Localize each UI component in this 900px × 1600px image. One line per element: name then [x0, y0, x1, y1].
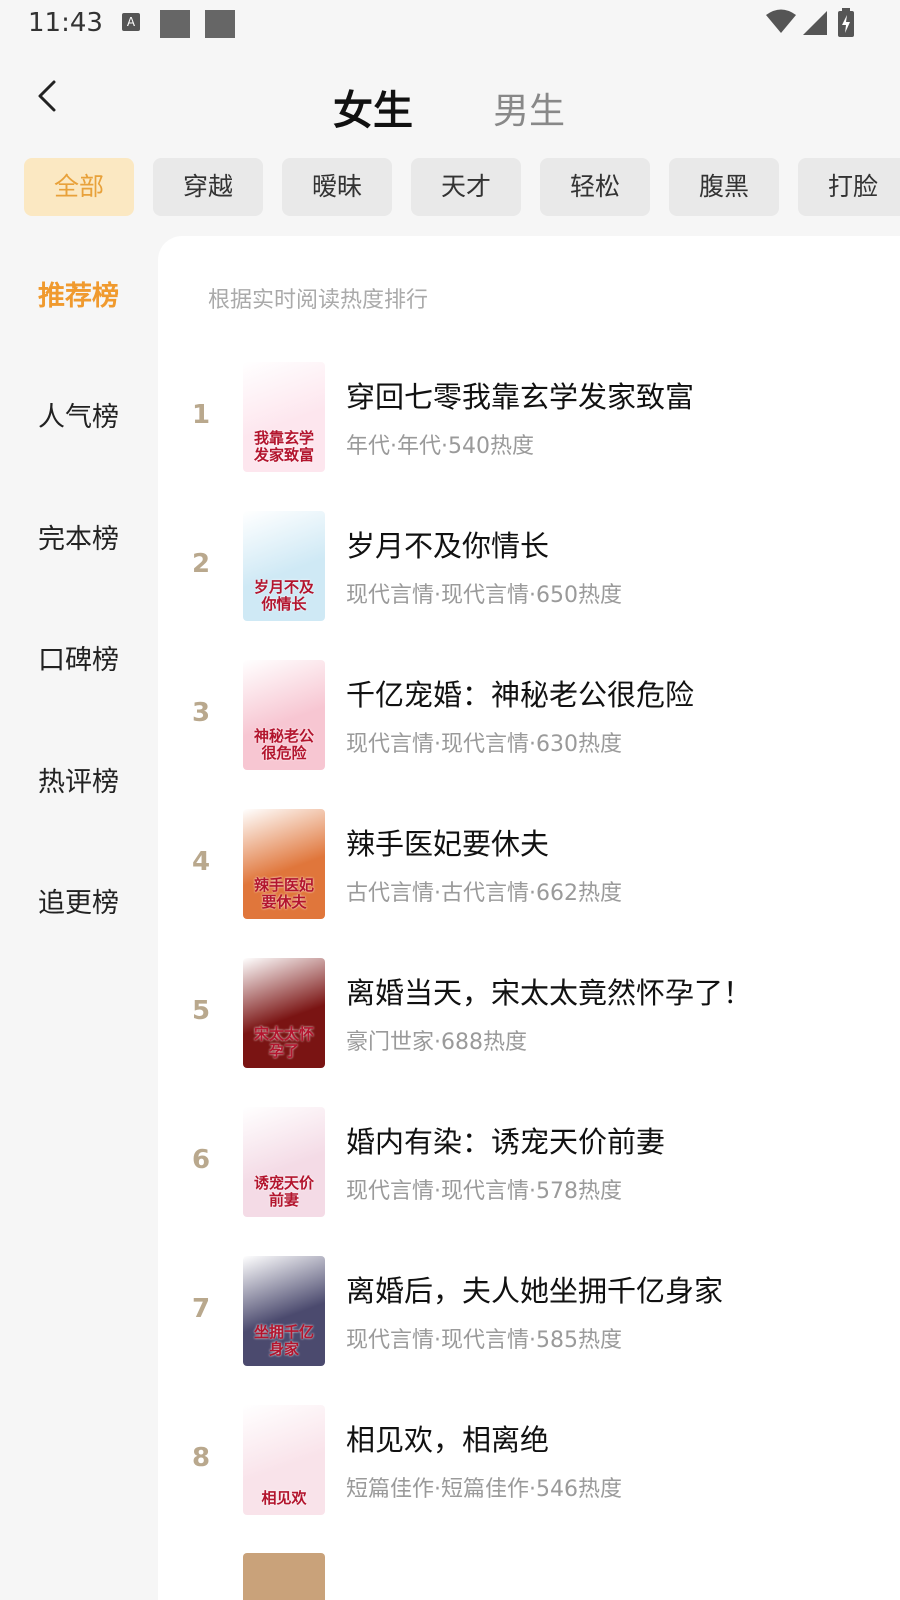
book-item[interactable]: 2 岁月不及你情长 岁月不及你情长 现代言情·现代言情·650热度: [158, 511, 900, 621]
book-meta: 现代言情·现代言情·585热度: [346, 1328, 622, 1353]
rank-number: 1: [192, 400, 211, 430]
book-meta: 现代言情·现代言情·578热度: [346, 1179, 622, 1204]
nav-reputation[interactable]: 口碑榜: [38, 638, 119, 677]
rank-number: 2: [192, 549, 211, 579]
a-icon: A: [122, 13, 140, 31]
book-item[interactable]: 3 神秘老公很危险 千亿宠婚：神秘老公很危险 现代言情·现代言情·630热度: [158, 660, 900, 770]
book-meta: 豪门世家·688热度: [346, 1030, 527, 1055]
chip-all[interactable]: 全部: [24, 158, 134, 216]
tab-female[interactable]: 女生: [333, 78, 413, 136]
wifi-icon: [766, 9, 796, 33]
book-item[interactable]: 7 坐拥千亿身家 离婚后，夫人她坐拥千亿身家 现代言情·现代言情·585热度: [158, 1256, 900, 1366]
book-title: 穿回七零我靠玄学发家致富: [346, 380, 695, 414]
nav-hot-comments[interactable]: 热评榜: [38, 760, 119, 799]
book-item[interactable]: 1 我靠玄学发家致富 穿回七零我靠玄学发家致富 年代·年代·540热度: [158, 362, 900, 472]
book-title: 千亿宠婚：神秘老公很危险: [346, 678, 695, 712]
book-title: 婚内有染：诱宠天价前妻: [346, 1125, 666, 1159]
book-title: 辣手医妃要休夫: [346, 827, 550, 861]
nav-recommended[interactable]: 推荐榜: [38, 274, 119, 313]
book-title: 相见欢，相离绝: [346, 1423, 550, 1457]
book-meta: 古代言情·古代言情·662热度: [346, 881, 622, 906]
book-cover: 坐拥千亿身家: [243, 1256, 325, 1366]
nav-completed[interactable]: 完本榜: [38, 517, 119, 556]
rank-number: 8: [192, 1443, 211, 1473]
cover-title: 我靠玄学发家致富: [253, 429, 314, 464]
book-title: 岁月不及你情长: [346, 529, 550, 563]
book-title: 离婚后，夫人她坐拥千亿身家: [346, 1274, 724, 1308]
book-meta: 现代言情·现代言情·630热度: [346, 732, 622, 757]
cover-title: 辣手医妃要休夫: [253, 876, 314, 911]
chip-ambiguous[interactable]: 暧昧: [282, 158, 392, 216]
status-time: 11:43: [28, 8, 103, 38]
book-item-partial[interactable]: [158, 1553, 900, 1600]
battery-charging-icon: [838, 8, 854, 37]
signal-icon: [803, 11, 827, 35]
chip-genius[interactable]: 天才: [411, 158, 521, 216]
cover-title: 坐拥千亿身家: [253, 1323, 314, 1358]
book-cover: 我靠玄学发家致富: [243, 362, 325, 472]
book-cover: 辣手医妃要休夫: [243, 809, 325, 919]
cover-title: 宋太太怀孕了: [253, 1025, 314, 1060]
notification-square-icon: [205, 10, 235, 38]
cover-title: 神秘老公很危险: [253, 727, 314, 762]
chip-face-slap[interactable]: 打脸: [798, 158, 900, 216]
rank-number: 4: [192, 847, 211, 877]
chip-time-travel[interactable]: 穿越: [153, 158, 263, 216]
header: 女生 男生: [0, 60, 900, 140]
tab-male[interactable]: 男生: [493, 82, 565, 134]
book-meta: 短篇佳作·短篇佳作·546热度: [346, 1477, 622, 1502]
book-item[interactable]: 6 诱宠天价前妻 婚内有染：诱宠天价前妻 现代言情·现代言情·578热度: [158, 1107, 900, 1217]
book-cover: 神秘老公很危险: [243, 660, 325, 770]
book-item[interactable]: 4 辣手医妃要休夫 辣手医妃要休夫 古代言情·古代言情·662热度: [158, 809, 900, 919]
book-item[interactable]: 5 宋太太怀孕了 离婚当天，宋太太竟然怀孕了！ 豪门世家·688热度: [158, 958, 900, 1068]
back-chevron-icon[interactable]: [30, 76, 70, 116]
rank-number: 5: [192, 996, 211, 1026]
book-meta: 年代·年代·540热度: [346, 434, 534, 459]
nav-following[interactable]: 追更榜: [38, 881, 119, 920]
book-cover: 岁月不及你情长: [243, 511, 325, 621]
book-cover: 诱宠天价前妻: [243, 1107, 325, 1217]
cover-title: 岁月不及你情长: [253, 578, 314, 613]
book-meta: 现代言情·现代言情·650热度: [346, 583, 622, 608]
cover-title: 相见欢: [261, 1489, 307, 1507]
chip-scheming[interactable]: 腹黑: [669, 158, 779, 216]
ranking-subtitle: 根据实时阅读热度排行: [208, 288, 429, 313]
book-title: 离婚当天，宋太太竟然怀孕了！: [346, 976, 753, 1010]
book-cover: 宋太太怀孕了: [243, 958, 325, 1068]
nav-popular[interactable]: 人气榜: [38, 395, 119, 434]
book-item[interactable]: 8 相见欢 相见欢，相离绝 短篇佳作·短篇佳作·546热度: [158, 1405, 900, 1515]
rank-number: 3: [192, 698, 211, 728]
filter-chips: 全部 穿越 暧昧 天才 轻松 腹黑 打脸: [0, 158, 900, 218]
rank-number: 6: [192, 1145, 211, 1175]
status-bar: 11:43 A: [0, 0, 900, 50]
notification-square-icon: [160, 10, 190, 38]
cover-title: 诱宠天价前妻: [253, 1174, 314, 1209]
book-cover: [243, 1553, 325, 1600]
book-cover: 相见欢: [243, 1405, 325, 1515]
chip-relaxed[interactable]: 轻松: [540, 158, 650, 216]
ranking-panel: 根据实时阅读热度排行 1 我靠玄学发家致富 穿回七零我靠玄学发家致富 年代·年代…: [158, 236, 900, 1600]
rank-number: 7: [192, 1294, 211, 1324]
